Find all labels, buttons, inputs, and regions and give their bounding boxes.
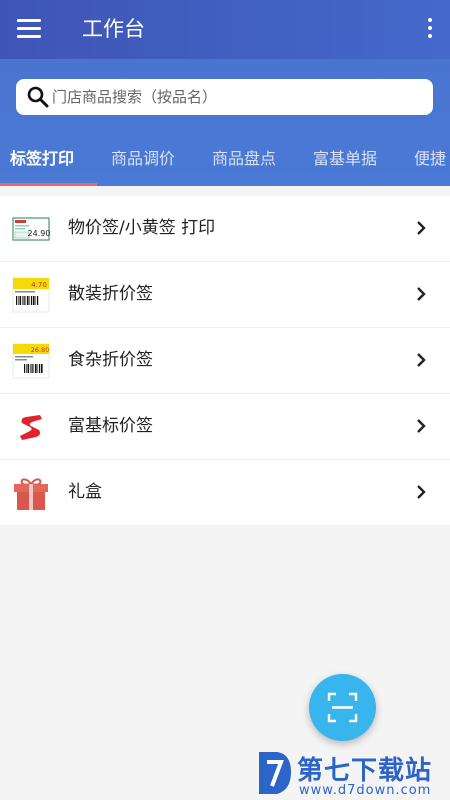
watermark-url: www.d7down.com <box>299 783 432 798</box>
price-tag-icon: 24.90 <box>12 217 50 241</box>
list-item-fuji-price-label[interactable]: 富基标价签 <box>0 394 450 460</box>
tab-label-print[interactable]: 标签打印 <box>10 147 74 171</box>
gift-box-icon <box>14 478 48 510</box>
list-item-label: 食杂折价签 <box>68 350 153 370</box>
fuji-logo-icon <box>20 415 42 440</box>
header-panel: 标签打印 商品调价 商品盘点 富基单据 便捷 <box>0 59 450 186</box>
bulk-discount-label-icon: 4.70 <box>12 277 50 313</box>
list-item-label: 物价签/小黄签 打印 <box>68 218 216 238</box>
tab-bar: 标签打印 商品调价 商品盘点 富基单据 便捷 <box>0 139 450 186</box>
tab-price-adjust[interactable]: 商品调价 <box>111 147 175 171</box>
watermark: 第七下载站 www.d7down.com <box>255 748 445 798</box>
app-bar: 工作台 <box>0 0 450 59</box>
chevron-right-icon <box>417 485 426 499</box>
d7-logo-icon <box>259 752 291 794</box>
tab-convenience[interactable]: 便捷 <box>414 147 446 171</box>
price-tag-value: 24.90 <box>28 229 50 238</box>
list-item-label: 富基标价签 <box>68 416 153 436</box>
chevron-right-icon <box>417 419 426 433</box>
list-item-label: 散装折价签 <box>68 284 153 304</box>
page-title: 工作台 <box>82 17 145 41</box>
chevron-right-icon <box>417 287 426 301</box>
list-item-grocery-discount-label[interactable]: 26.80 食杂折价签 <box>0 328 450 394</box>
search-input[interactable] <box>52 79 422 115</box>
chevron-right-icon <box>417 221 426 235</box>
grocery-tag-value: 26.80 <box>31 346 50 354</box>
bulk-tag-value: 4.70 <box>31 281 47 289</box>
tab-fuji-documents[interactable]: 富基单据 <box>313 147 377 171</box>
tab-stocktake[interactable]: 商品盘点 <box>212 147 276 171</box>
chevron-right-icon <box>417 353 426 367</box>
more-vert-icon[interactable] <box>426 18 434 42</box>
watermark-name: 第七下载站 <box>297 756 433 786</box>
search-box[interactable] <box>16 79 433 115</box>
list-item-label: 礼盒 <box>68 482 102 502</box>
function-list: 24.90 物价签/小黄签 打印 4.70 散装折价签 26.80 食杂折价签 … <box>0 196 450 525</box>
list-item-bulk-discount-label[interactable]: 4.70 散装折价签 <box>0 262 450 328</box>
list-item-price-tag-print[interactable]: 24.90 物价签/小黄签 打印 <box>0 196 450 262</box>
menu-icon[interactable] <box>17 19 41 39</box>
scan-icon <box>327 692 358 723</box>
grocery-discount-label-icon: 26.80 <box>12 343 50 379</box>
tab-indicator <box>0 183 97 186</box>
search-icon <box>27 86 49 108</box>
list-item-gift-box[interactable]: 礼盒 <box>0 460 450 525</box>
scan-fab-button[interactable] <box>309 674 376 741</box>
